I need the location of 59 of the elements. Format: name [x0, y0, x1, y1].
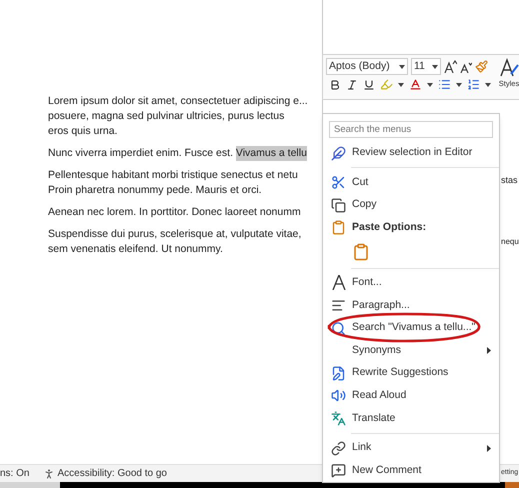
caret-icon[interactable] — [398, 82, 404, 86]
styles-icon — [499, 58, 519, 78]
document-text-line: Lorem ipsum dolor sit amet, consectetuer adipiscing e... — [48, 94, 308, 109]
menu-item[interactable]: Cut — [323, 171, 499, 194]
scissors-icon — [331, 175, 346, 190]
feather-icon — [331, 146, 346, 161]
bullets-icon[interactable] — [438, 78, 451, 91]
document-text-fragment: stas — [501, 174, 518, 187]
letter-icon — [331, 275, 346, 290]
document-text-line: Nunc viverra imperdiet enim. Fusce est. — [48, 146, 234, 161]
caret-icon[interactable] — [399, 64, 405, 68]
accessibility-icon — [43, 468, 56, 480]
selected-text: Vivamus a tellu — [236, 146, 307, 161]
clipboard-icon — [352, 242, 370, 261]
document-text-fragment: nequ — [501, 236, 519, 248]
menu-item[interactable]: Translate — [323, 407, 499, 430]
document-text-line: sem venenatis eleifend. Ut nonummy. — [48, 242, 223, 257]
document-text-line: eros quis urna. — [48, 124, 118, 139]
menu-item[interactable]: Synonyms — [323, 339, 499, 362]
font-size-dropdown[interactable]: 11 — [411, 58, 441, 75]
comment-icon — [331, 463, 346, 478]
caret-icon[interactable] — [456, 82, 462, 86]
italic-icon[interactable] — [346, 78, 358, 90]
speaker-icon — [331, 388, 346, 404]
menu-section-header: Paste Options: — [323, 216, 499, 240]
clipboard-icon — [331, 220, 346, 236]
document-pen-icon — [331, 366, 346, 381]
menu-item[interactable]: Search "Vivamus a tellu..." — [323, 316, 499, 340]
copy-icon — [331, 198, 346, 213]
document-text-line: Proin pharetra nonummy pede. Mauris et orci. — [48, 183, 262, 198]
menu-item[interactable]: Font... — [323, 272, 499, 294]
link-icon — [331, 440, 346, 456]
shrink-font-icon[interactable] — [460, 60, 472, 72]
caret-icon[interactable] — [427, 82, 433, 86]
accessibility-status[interactable]: Accessibility: Good to go — [43, 466, 167, 481]
document-text-line: posuere, magna sed pulvinar ultricies, purus lectus — [48, 109, 284, 124]
menu-item[interactable]: Review selection in Editor — [323, 142, 499, 164]
menu-search-field[interactable]: Search the menus — [329, 121, 493, 138]
underline-icon[interactable] — [363, 78, 375, 90]
caret-icon[interactable] — [432, 64, 438, 68]
document-text-line: Suspendisse dui purus, scelerisque at, vulputate vitae, — [48, 227, 302, 242]
menu-item[interactable]: Read Aloud — [323, 384, 499, 408]
caret-icon[interactable] — [485, 82, 491, 86]
paragraph-icon — [331, 298, 346, 314]
font-color-icon[interactable] — [409, 78, 422, 91]
font-name-dropdown[interactable]: Aptos (Body) — [326, 58, 408, 75]
menu-item[interactable]: Paragraph... — [323, 294, 499, 317]
numbering-icon[interactable] — [467, 78, 480, 91]
menu-item[interactable]: New Comment — [323, 459, 499, 482]
document-text-line: Aenean nec lorem. In porttitor. Donec laoreet nonumm — [48, 205, 301, 220]
menu-item[interactable]: Rewrite Suggestions — [323, 362, 499, 385]
grow-font-icon[interactable] — [444, 60, 457, 73]
document-text-line: Pellentesque habitant morbi tristique senectus et netu — [48, 168, 298, 183]
menu-item[interactable]: Link — [323, 436, 499, 460]
menu-item[interactable]: Copy — [323, 194, 499, 216]
search-icon — [331, 320, 346, 336]
bold-icon[interactable] — [329, 78, 341, 90]
status-text: ns: On — [0, 467, 30, 481]
translate-icon — [331, 410, 346, 426]
